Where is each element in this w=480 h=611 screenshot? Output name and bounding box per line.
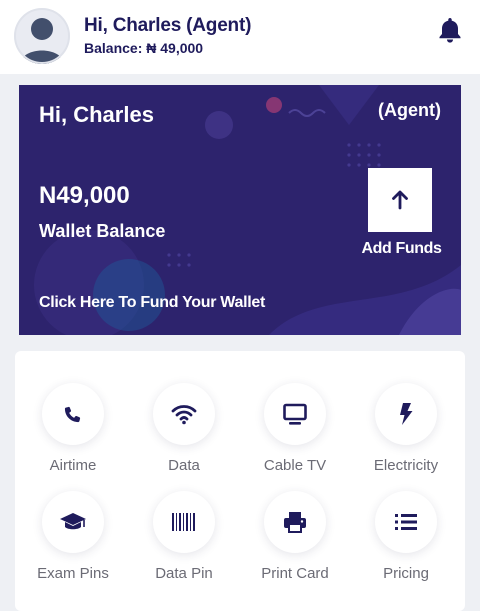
service-data[interactable]: Data bbox=[129, 383, 239, 474]
phone-icon bbox=[42, 383, 104, 445]
graduation-cap-icon bbox=[42, 491, 104, 553]
add-funds-button[interactable] bbox=[368, 168, 432, 232]
wallet-balance-label: Wallet Balance bbox=[39, 221, 166, 241]
user-silhouette-icon bbox=[14, 8, 70, 64]
wallet-role: (Agent) bbox=[378, 100, 441, 120]
arrow-up-icon bbox=[392, 190, 408, 210]
service-print-card[interactable]: Print Card bbox=[240, 491, 350, 582]
service-label: Print Card bbox=[261, 565, 329, 582]
printer-icon bbox=[264, 491, 326, 553]
wallet-greeting: Hi, Charles bbox=[39, 102, 154, 127]
service-pricing[interactable]: Pricing bbox=[351, 491, 461, 582]
service-label: Electricity bbox=[373, 457, 439, 474]
fund-wallet-link[interactable]: Click Here To Fund Your Wallet bbox=[39, 294, 265, 312]
header-greeting: Hi, Charles (Agent) bbox=[84, 15, 252, 36]
service-label: Data Pin bbox=[155, 565, 213, 582]
tv-icon bbox=[264, 383, 326, 445]
app-header: Hi, Charles (Agent) Balance: ₦ 49,000 bbox=[0, 0, 480, 74]
list-icon bbox=[375, 491, 437, 553]
avatar[interactable] bbox=[14, 8, 70, 64]
service-exam-pins[interactable]: Exam Pins bbox=[18, 491, 128, 582]
wifi-icon bbox=[153, 383, 215, 445]
service-label: Exam Pins bbox=[37, 565, 109, 582]
service-electricity[interactable]: Electricity bbox=[351, 383, 461, 474]
service-cable-tv[interactable]: Cable TV bbox=[240, 383, 350, 474]
service-label: Cable TV bbox=[263, 457, 327, 474]
bolt-icon bbox=[375, 383, 437, 445]
service-airtime[interactable]: Airtime bbox=[18, 383, 128, 474]
add-funds-label[interactable]: Add Funds bbox=[354, 240, 449, 258]
barcode-icon bbox=[153, 491, 215, 553]
wallet-amount: N49,000 bbox=[39, 182, 130, 209]
service-label: Data bbox=[168, 457, 200, 474]
wallet-card[interactable]: Hi, Charles (Agent) N49,000 Wallet Balan… bbox=[19, 85, 461, 335]
service-label: Airtime bbox=[49, 457, 97, 474]
notification-bell-icon[interactable] bbox=[435, 15, 465, 45]
header-greeting-block: Hi, Charles (Agent) Balance: ₦ 49,000 bbox=[84, 15, 251, 56]
service-label: Pricing bbox=[383, 565, 429, 582]
service-data-pin[interactable]: Data Pin bbox=[129, 491, 239, 582]
header-balance: Balance: ₦ 49,000 bbox=[84, 40, 204, 56]
services-panel: Airtime Data Cable TV Electricity Exam P… bbox=[15, 351, 465, 611]
